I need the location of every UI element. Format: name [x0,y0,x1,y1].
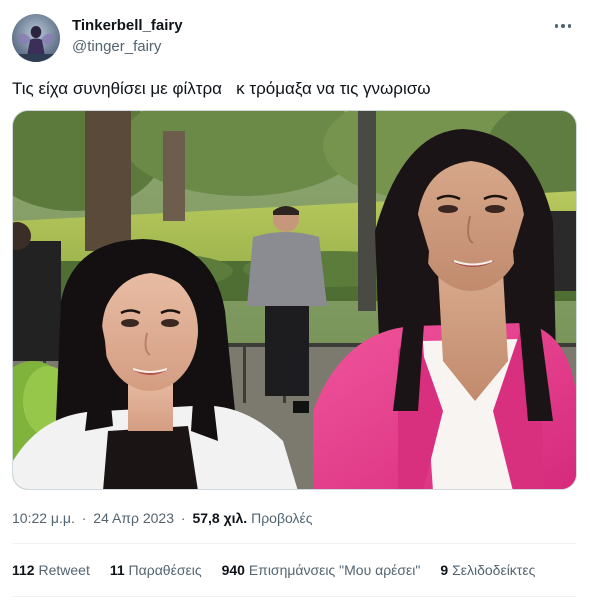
separator-dot: · [180,510,186,526]
tweet-meta: 10:22 μ.μ. · 24 Απρ 2023 · 57,8 χιλ. Προ… [12,508,313,528]
divider [12,543,576,544]
bookmarks-stat[interactable]: 9 Σελιδοδείκτες [440,560,535,580]
retweets-label: Retweet [38,562,90,578]
more-dot [554,24,559,28]
quotes-label: Παραθέσεις [128,562,202,578]
tweet-stats: 112 Retweet 11 Παραθέσεις 940 Επισημάνσε… [12,560,555,580]
quotes-stat[interactable]: 11 Παραθέσεις [110,560,202,580]
quotes-count: 11 [109,562,125,578]
divider [12,596,576,597]
tweet-time[interactable]: 10:22 μ.μ. [12,510,75,526]
more-dot [561,24,565,28]
avatar[interactable] [12,14,60,62]
views-label: Προβολές [251,510,313,526]
retweets-count: 112 [12,562,35,578]
tweet: Tinkerbell_fairy @tinger_fairy Τις είχα … [0,0,590,606]
photo-illustration [13,111,576,489]
more-icon[interactable] [552,16,574,36]
tweet-photo[interactable] [12,110,577,490]
more-dot [567,24,572,28]
likes-count: 940 [221,562,245,578]
bookmarks-label: Σελιδοδείκτες [452,562,536,578]
tweet-text: Τις είχα συνηθίσει με φίλτρα κ τρόμαξα ν… [12,79,431,98]
user-handle[interactable]: @tinger_fairy [72,37,183,57]
views-count: 57,8 χιλ. [192,510,248,526]
separator-dot: · [81,510,87,526]
likes-label: Επισημάνσεις "Μου αρέσει" [248,562,421,578]
bookmarks-count: 9 [440,562,449,578]
retweets-stat[interactable]: 112 Retweet [12,560,90,580]
user-names: Tinkerbell_fairy @tinger_fairy [72,16,183,57]
display-name[interactable]: Tinkerbell_fairy [72,16,183,36]
tweet-date[interactable]: 24 Απρ 2023 [93,510,174,526]
fairy-silhouette-avatar-icon [12,14,60,62]
likes-stat[interactable]: 940 Επισημάνσεις "Μου αρέσει" [222,560,421,580]
